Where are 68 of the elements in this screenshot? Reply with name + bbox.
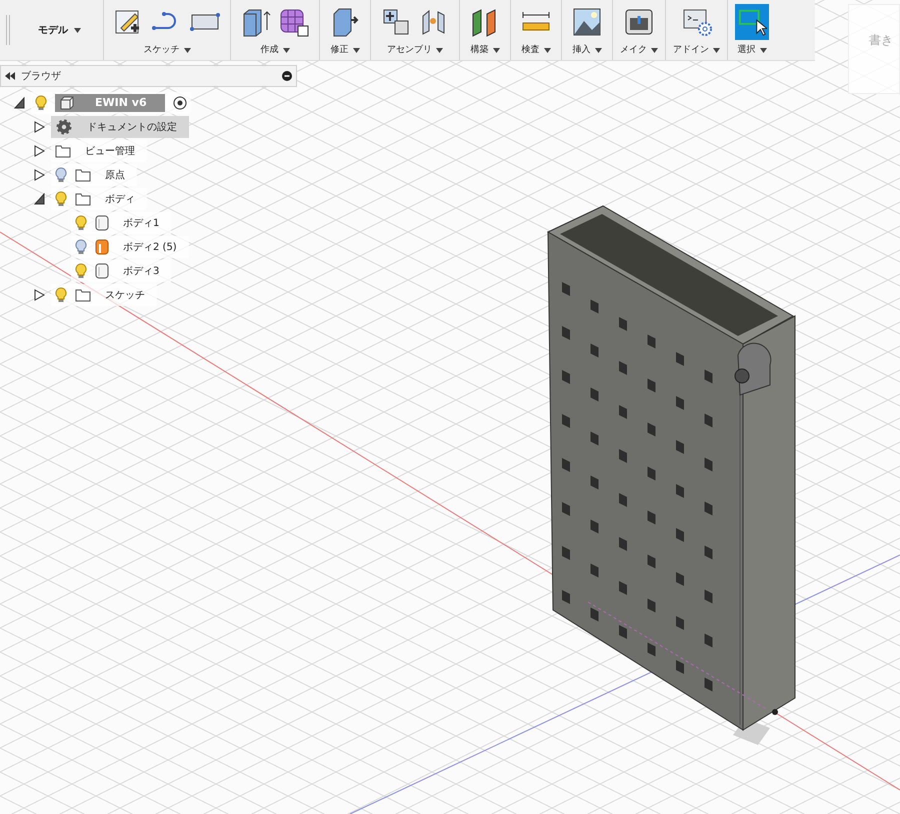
- browser-title: ブラウザ: [21, 70, 62, 84]
- group-menu-button[interactable]: メイク: [620, 44, 658, 57]
- caret-icon: [544, 48, 550, 53]
- group-menu-button[interactable]: 修正: [330, 44, 360, 57]
- lightbulb-icon[interactable]: [75, 215, 87, 231]
- collapsed-triangle-icon[interactable]: [34, 169, 45, 181]
- folder-icon: [75, 288, 91, 302]
- tree-label: ボディ3: [122, 264, 160, 278]
- tree-label: ボディ: [104, 192, 136, 206]
- tree-row[interactable]: スケッチ: [51, 284, 157, 306]
- tree-row[interactable]: ボディ3: [71, 260, 172, 282]
- lightbulb-icon[interactable]: [55, 191, 67, 207]
- caret-icon: [594, 48, 602, 53]
- group-menu-button[interactable]: 構築: [470, 44, 500, 57]
- tree-label: ボディ2 (5): [122, 240, 178, 254]
- folder-icon: [75, 168, 91, 182]
- group-menu-button[interactable]: スケッチ: [144, 44, 190, 57]
- caret-icon: [651, 48, 658, 53]
- lightbulb-icon[interactable]: [35, 95, 47, 111]
- caret-icon: [492, 48, 500, 53]
- tree-label: ドキュメントの設定: [86, 120, 178, 134]
- component-cube-icon: [59, 95, 75, 111]
- caret-icon: [352, 48, 360, 53]
- tree-row[interactable]: ボディ1: [71, 212, 172, 234]
- group-menu-button[interactable]: アドイン: [673, 44, 720, 57]
- collapsed-triangle-icon[interactable]: [34, 289, 45, 301]
- activate-radio-icon[interactable]: [172, 96, 187, 110]
- tree-row[interactable]: 原点: [51, 164, 137, 186]
- body-cylinder-icon: [95, 215, 109, 231]
- tree-label: スケッチ: [104, 288, 146, 302]
- group-menu-button[interactable]: アセンブリ: [387, 44, 443, 57]
- lightbulb-icon[interactable]: [55, 167, 67, 183]
- group-menu-button[interactable]: 作成: [260, 44, 290, 57]
- gear-icon: [55, 118, 73, 136]
- tree-label: 原点: [104, 168, 126, 182]
- caret-icon: [713, 48, 720, 53]
- collapsed-triangle-icon[interactable]: [34, 121, 45, 133]
- body-cylinder-icon: [95, 263, 109, 279]
- tree-label: EWIN v6: [94, 94, 148, 111]
- collapsed-triangle-icon[interactable]: [34, 145, 45, 157]
- caret-icon: [282, 48, 290, 53]
- caret-icon: [436, 48, 443, 53]
- body-cylinder-icon: [95, 239, 109, 255]
- tree-row[interactable]: ドキュメントの設定: [51, 116, 189, 138]
- caret-icon: [74, 28, 81, 32]
- lightbulb-icon[interactable]: [55, 287, 67, 303]
- group-menu-button[interactable]: 選択: [738, 44, 766, 57]
- expanded-triangle-icon[interactable]: [14, 97, 25, 109]
- folder-icon: [75, 192, 91, 206]
- lightbulb-icon[interactable]: [75, 263, 87, 279]
- minimize-icon[interactable]: [282, 71, 292, 81]
- grip-handle-icon[interactable]: [6, 15, 10, 45]
- workspace-dropdown[interactable]: モデル: [16, 0, 104, 60]
- caret-icon: [184, 48, 190, 53]
- collapse-panel-icon[interactable]: [5, 72, 15, 80]
- tree-row[interactable]: ボディ2 (5): [71, 236, 189, 258]
- folder-icon: [55, 144, 71, 158]
- lightbulb-icon[interactable]: [75, 239, 87, 255]
- group-menu-button[interactable]: 検査: [522, 44, 550, 57]
- select-cursor-icon: [737, 7, 767, 37]
- expanded-triangle-icon[interactable]: [34, 193, 45, 205]
- group-menu-button[interactable]: 挿入: [572, 44, 602, 57]
- tree-row[interactable]: ビュー管理: [51, 140, 147, 162]
- tree-label: ボディ1: [122, 216, 160, 230]
- tree-label: ビュー管理: [84, 144, 136, 158]
- selected-tool-button[interactable]: [735, 4, 769, 40]
- tree-row[interactable]: ボディ: [51, 188, 147, 210]
- caret-icon: [760, 48, 766, 53]
